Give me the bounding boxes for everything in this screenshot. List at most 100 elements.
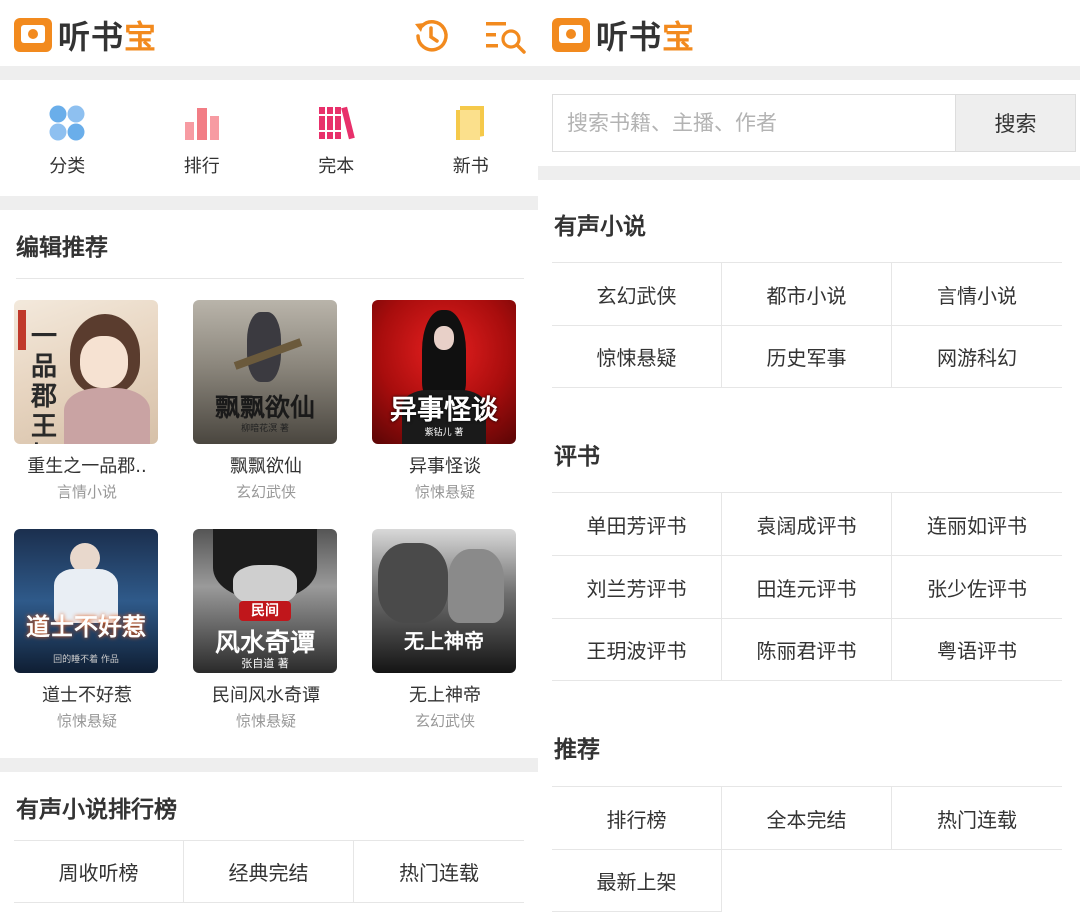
category-item[interactable]: 刘兰芳评书 <box>552 555 722 618</box>
quick-nav-label: 完本 <box>318 156 355 177</box>
quick-nav-ranking[interactable]: 排行 <box>135 80 270 196</box>
book-cover: 无上神帝 <box>372 529 516 673</box>
book-title: 无上神帝 <box>409 685 481 706</box>
search-button[interactable]: 搜索 <box>955 95 1075 151</box>
book-cover: 异事怪谈 紫钻儿 著 <box>372 300 516 444</box>
ranking-tabs: 周收听榜 经典完结 热门连载 <box>14 840 524 903</box>
cover-author: 张自道 著 <box>241 657 289 670</box>
category-item[interactable]: 言情小说 <box>892 262 1062 325</box>
cover-title: 风水奇谭 <box>214 628 315 657</box>
book-title: 民间风水奇谭 <box>212 685 320 706</box>
cover-title: 无上神帝 <box>404 629 484 653</box>
new-book-icon <box>455 106 484 140</box>
book-card[interactable]: 民间 风水奇谭 张自道 著 民间风水奇谭 惊悚悬疑 <box>193 529 339 731</box>
book-title: 异事怪谈 <box>409 456 481 477</box>
app-logo[interactable]: 听书宝 <box>552 17 696 56</box>
book-card[interactable]: 飘飘欲仙 柳暗花溟 著 飘飘欲仙 玄幻武侠 <box>193 300 339 502</box>
quick-nav-label: 新书 <box>452 156 489 177</box>
category-screen: 听书宝 搜索 有声小说 玄幻武侠 都市小说 言情小说 惊悚悬疑 历史军事 网游科… <box>538 0 1080 922</box>
search-bar: 搜索 <box>552 94 1076 152</box>
category-item[interactable]: 全本完结 <box>722 786 892 849</box>
cover-author: 紫钻儿 著 <box>424 428 464 438</box>
logo-text: 听书 <box>58 18 125 56</box>
cover-title: 一品郡王妃 <box>30 322 57 444</box>
category-item[interactable]: 历史军事 <box>722 325 892 388</box>
cover-title: 异事怪谈 <box>390 395 498 426</box>
app-header: 听书宝 <box>0 0 538 66</box>
app-header: 听书宝 <box>538 0 1080 66</box>
book-category: 玄幻武侠 <box>414 712 475 730</box>
book-card[interactable]: 无上神帝 无上神帝 玄幻武侠 <box>372 529 518 731</box>
logo-text-accent: 宝 <box>124 18 158 56</box>
book-card[interactable]: 一品郡王妃 重生之一品郡.. 言情小说 <box>14 300 160 502</box>
search-input[interactable] <box>553 95 955 151</box>
category-item[interactable]: 张少佐评书 <box>892 555 1062 618</box>
history-icon[interactable] <box>408 14 452 58</box>
quick-nav-category[interactable]: 分类 <box>0 80 135 196</box>
section-title-recommend: 推荐 <box>554 737 600 763</box>
ranking-tab[interactable]: 周收听榜 <box>14 840 184 903</box>
divider <box>0 758 538 772</box>
book-category: 惊悚悬疑 <box>235 712 296 730</box>
quick-nav-new-books[interactable]: 新书 <box>404 80 539 196</box>
book-category: 玄幻武侠 <box>235 483 296 501</box>
quick-nav-label: 分类 <box>49 156 86 177</box>
cover-title: 道士不好惹 <box>26 612 146 641</box>
logo-icon <box>14 18 52 52</box>
category-item[interactable]: 都市小说 <box>722 262 892 325</box>
logo-text: 听书 <box>596 18 663 56</box>
quick-nav: 分类 排行 完本 新书 <box>0 80 538 196</box>
book-category: 惊悚悬疑 <box>414 483 475 501</box>
book-title: 道士不好惹 <box>42 685 132 706</box>
cover-badge: 民间 <box>251 603 279 619</box>
category-item[interactable]: 陈丽君评书 <box>722 618 892 681</box>
quick-nav-complete[interactable]: 完本 <box>269 80 404 196</box>
category-item[interactable]: 最新上架 <box>552 849 722 912</box>
divider <box>538 166 1080 180</box>
logo-icon <box>552 18 590 52</box>
book-title: 重生之一品郡.. <box>27 456 147 477</box>
search-list-icon[interactable] <box>484 14 528 58</box>
cover-author: 柳暗花溟 著 <box>241 424 289 434</box>
book-cover: 民间 风水奇谭 张自道 著 <box>193 529 337 673</box>
book-cover: 道士不好惹 回的睡不着 作品 <box>14 529 158 673</box>
cover-title: 飘飘欲仙 <box>214 393 315 422</box>
book-card[interactable]: 道士不好惹 回的睡不着 作品 道士不好惹 惊悚悬疑 <box>14 529 160 731</box>
category-item[interactable]: 玄幻武侠 <box>552 262 722 325</box>
category-item[interactable]: 排行榜 <box>552 786 722 849</box>
section-title-audio-novels: 有声小说 <box>554 214 646 240</box>
app-logo[interactable]: 听书宝 <box>14 17 158 56</box>
ranking-tab[interactable]: 热门连载 <box>354 840 524 903</box>
book-card[interactable]: 异事怪谈 紫钻儿 著 异事怪谈 惊悚悬疑 <box>372 300 518 502</box>
home-screen: 听书宝 分类 排行 完本 新书 编辑推荐 一品郡王 重生之一品郡.. 言情小说 … <box>0 0 538 922</box>
category-icon <box>49 105 85 141</box>
category-item[interactable]: 惊悚悬疑 <box>552 325 722 388</box>
divider-line <box>16 278 524 279</box>
category-grid: 排行榜 全本完结 热门连载 最新上架 <box>552 786 1062 912</box>
book-cover: 一品郡王妃 <box>14 300 158 444</box>
category-item[interactable]: 网游科幻 <box>892 325 1062 388</box>
quick-nav-label: 排行 <box>183 156 220 177</box>
divider <box>0 66 538 80</box>
category-item[interactable]: 袁阔成评书 <box>722 492 892 555</box>
logo-text-accent: 宝 <box>662 18 696 56</box>
book-title: 飘飘欲仙 <box>230 456 302 477</box>
category-grid: 玄幻武侠 都市小说 言情小说 惊悚悬疑 历史军事 网游科幻 <box>552 262 1062 388</box>
category-item[interactable]: 热门连载 <box>892 786 1062 849</box>
category-item[interactable]: 连丽如评书 <box>892 492 1062 555</box>
empty-cell <box>722 849 1062 912</box>
ranking-tab[interactable]: 经典完结 <box>184 840 354 903</box>
section-title-storytelling: 评书 <box>554 444 600 470</box>
section-title-editor-picks: 编辑推荐 <box>16 235 108 261</box>
book-category: 惊悚悬疑 <box>56 712 117 730</box>
category-grid: 单田芳评书 袁阔成评书 连丽如评书 刘兰芳评书 田连元评书 张少佐评书 王玥波评… <box>552 492 1062 681</box>
category-item[interactable]: 田连元评书 <box>722 555 892 618</box>
cover-author: 回的睡不着 作品 <box>53 655 119 665</box>
category-item[interactable]: 粤语评书 <box>892 618 1062 681</box>
category-item[interactable]: 单田芳评书 <box>552 492 722 555</box>
books-icon <box>319 106 356 140</box>
book-cover: 飘飘欲仙 柳暗花溟 著 <box>193 300 337 444</box>
section-title-ranking: 有声小说排行榜 <box>16 797 177 823</box>
book-category: 言情小说 <box>56 483 117 501</box>
category-item[interactable]: 王玥波评书 <box>552 618 722 681</box>
